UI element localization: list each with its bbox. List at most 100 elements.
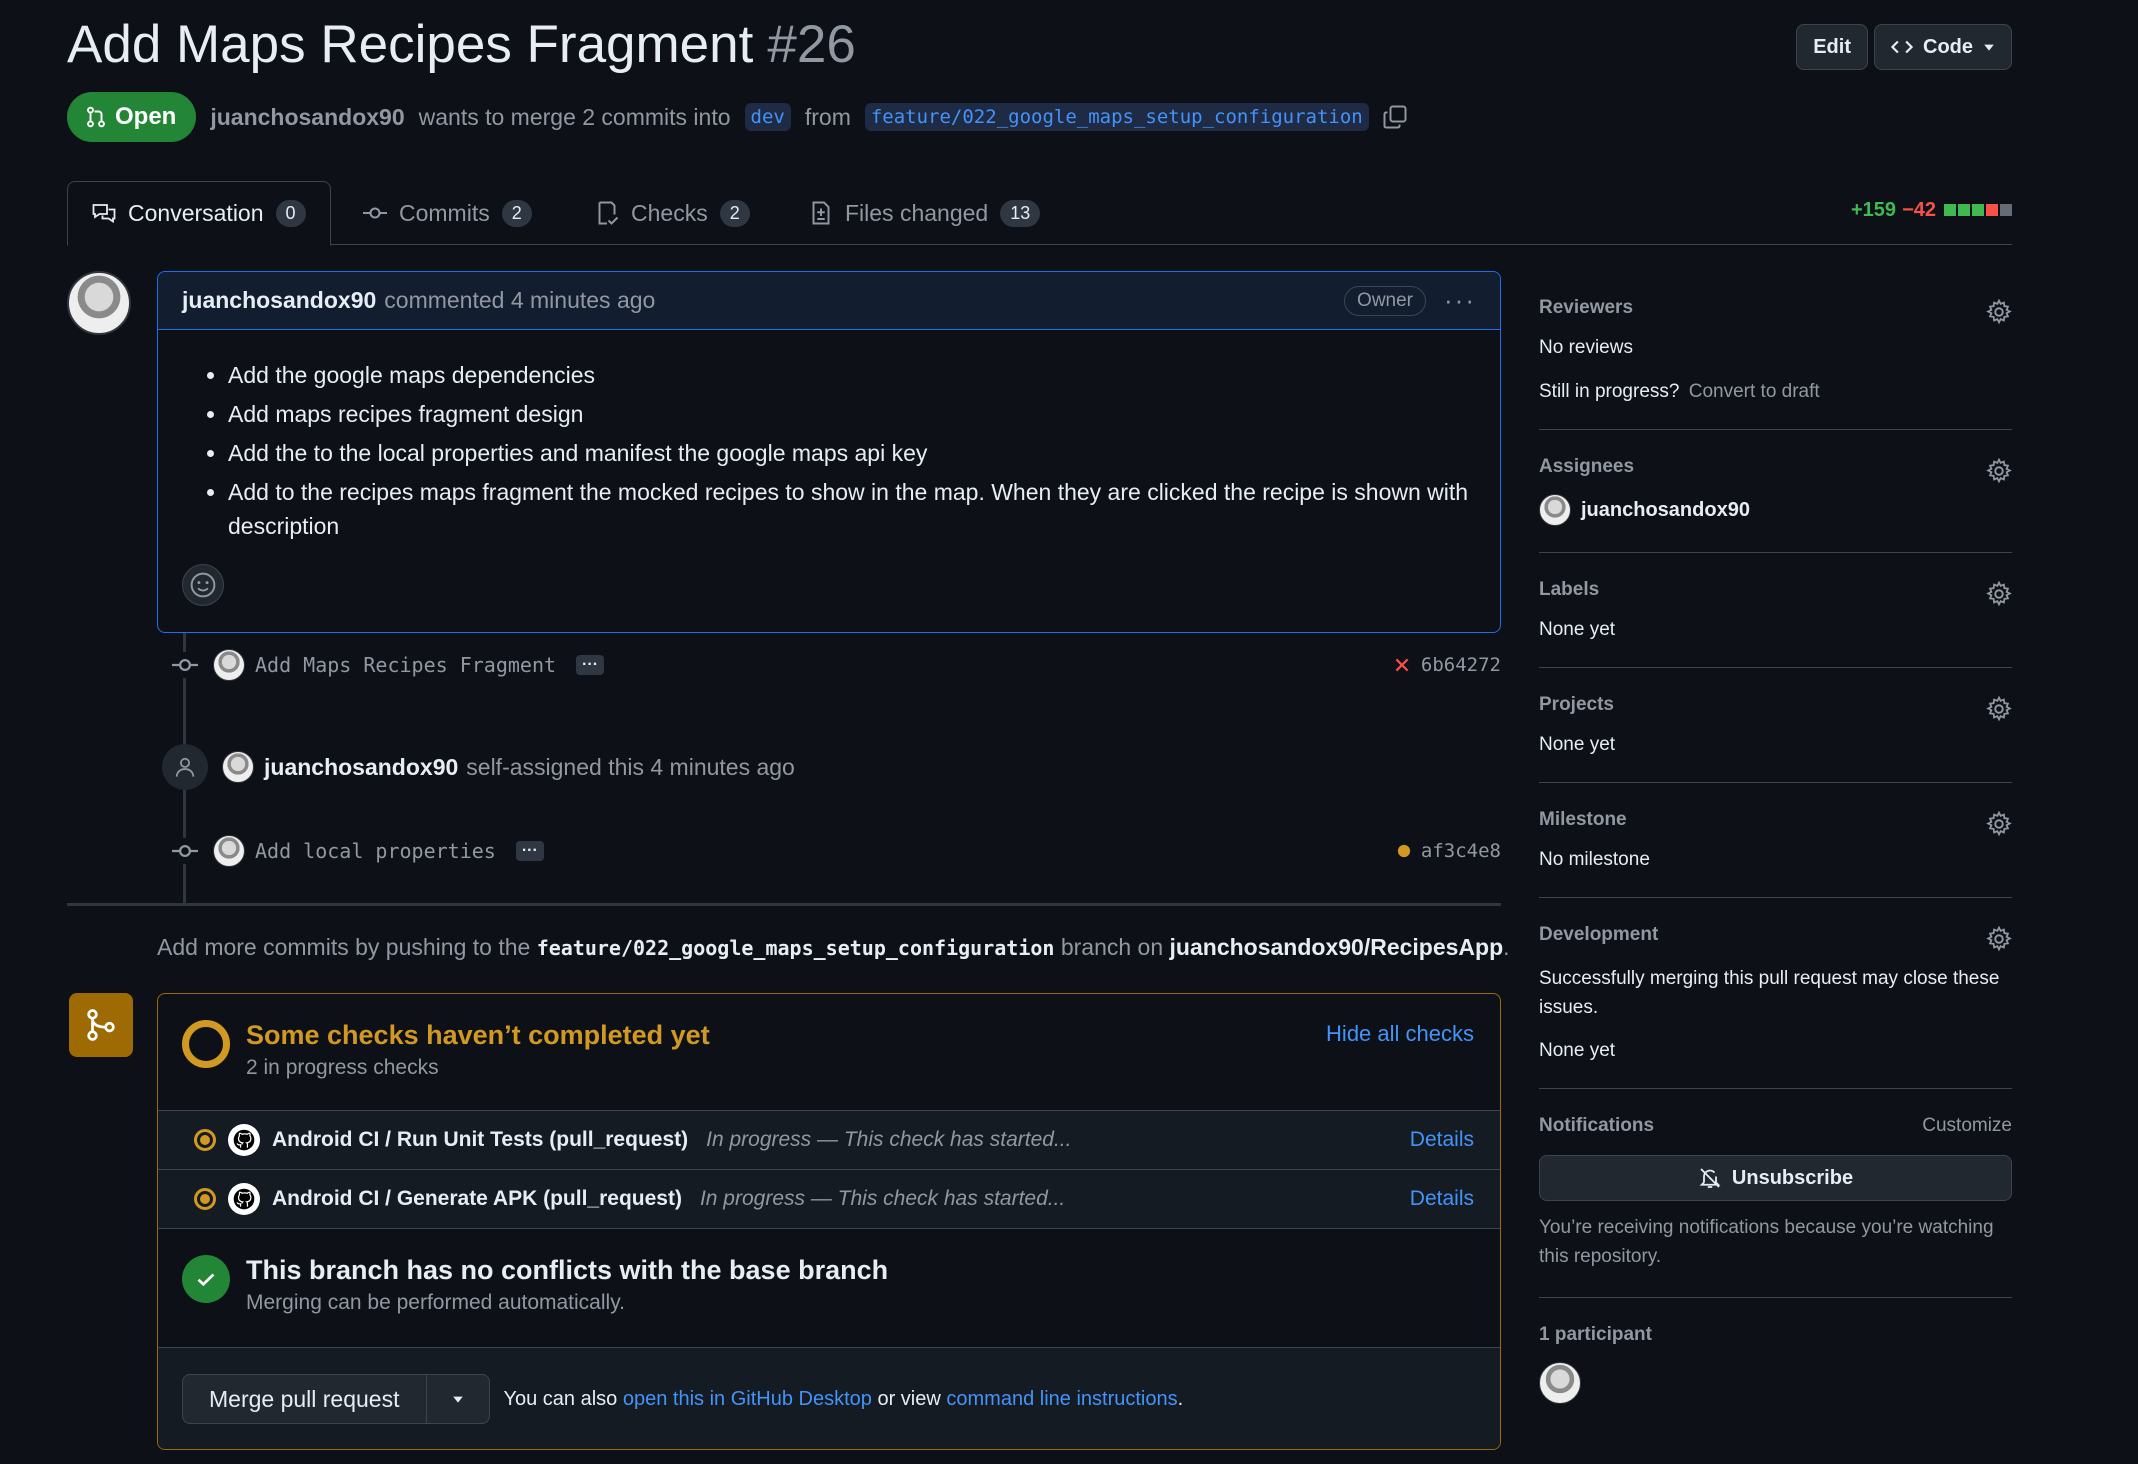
smiley-icon (190, 572, 216, 598)
gear-icon[interactable] (1986, 696, 2012, 722)
check-circle-icon (182, 1255, 230, 1303)
head-branch[interactable]: feature/022_google_maps_setup_configurat… (864, 103, 1369, 131)
sidebar-labels: Labels None yet (1539, 553, 2012, 668)
tab-label: Checks (631, 199, 708, 226)
conflicts-subtitle: Merging can be performed automatically. (246, 1291, 625, 1314)
tab-label: Commits (399, 199, 490, 226)
edit-button[interactable]: Edit (1796, 24, 1868, 70)
gear-icon[interactable] (1986, 299, 2012, 325)
diffstat-block (1944, 204, 1956, 216)
pr-author-link[interactable]: juanchosandox90 (210, 104, 404, 131)
check-status: In progress — This check has started... (699, 1187, 1066, 1210)
comment-author[interactable]: juanchosandox90 (182, 287, 376, 314)
sidebar-title[interactable]: Assignees (1539, 456, 2012, 478)
sidebar-title[interactable]: Development (1539, 924, 2012, 946)
commit-sha[interactable]: af3c4e8 (1397, 840, 1501, 862)
sidebar-title[interactable]: Projects (1539, 694, 2012, 716)
tab-count: 13 (1000, 199, 1041, 227)
pr-description-comment: juanchosandox90 commented 4 minutes ago … (157, 271, 1501, 633)
tab-commits[interactable]: Commits 2 (339, 181, 556, 245)
person-icon (162, 744, 208, 790)
kebab-menu-icon[interactable]: ··· (1444, 285, 1476, 316)
comment-meta[interactable]: commented 4 minutes ago (384, 287, 655, 314)
tab-checks[interactable]: Checks 2 (571, 181, 774, 245)
avatar[interactable] (213, 649, 245, 681)
merge-method-dropdown[interactable] (427, 1375, 489, 1423)
expand-commit-button[interactable]: ··· (515, 841, 544, 861)
push-note-middle: branch on (1060, 934, 1164, 960)
check-row: Android CI / Generate APK (pull_request)… (158, 1170, 1500, 1229)
commit-message[interactable]: Add Maps Recipes Fragment (255, 653, 556, 677)
unsubscribe-button[interactable]: Unsubscribe (1539, 1155, 2012, 1201)
sidebar-notifications: Notifications Customize Unsubscribe You’… (1539, 1089, 2012, 1298)
sidebar-title[interactable]: Reviewers (1539, 297, 2012, 319)
code-button[interactable]: Code (1874, 24, 2012, 70)
check-row: Android CI / Run Unit Tests (pull_reques… (158, 1111, 1500, 1170)
merge-text: wants to merge 2 commits into (418, 103, 731, 130)
push-note-suffix: . (1503, 934, 1510, 960)
tab-files-changed[interactable]: Files changed 13 (785, 181, 1064, 245)
tab-label: Files changed (845, 199, 989, 226)
diffstat-block (1958, 204, 1970, 216)
check-status: In progress — This check has started... (706, 1128, 1072, 1151)
tab-count: 0 (275, 200, 306, 227)
expand-commit-button[interactable]: ··· (576, 655, 605, 675)
tab-count: 2 (719, 199, 750, 227)
command-line-instructions-link[interactable]: command line instructions (946, 1388, 1177, 1410)
conflicts-title: This branch has no conflicts with the ba… (246, 1255, 889, 1285)
avatar[interactable] (213, 835, 245, 867)
merge-pull-request-button[interactable]: Merge pull request (183, 1375, 427, 1423)
gear-icon[interactable] (1986, 926, 2012, 952)
list-item: Add the to the local properties and mani… (228, 436, 1476, 470)
pr-subtitle: Open juanchosandox90 wants to merge 2 co… (67, 92, 1407, 142)
sidebar-value: None yet (1539, 734, 1616, 755)
diffstat-block (1986, 204, 1998, 216)
copy-icon[interactable] (1383, 105, 1407, 129)
event-text: self-assigned this 4 minutes ago (466, 753, 795, 780)
avatar[interactable] (222, 751, 254, 783)
notifications-reason: You’re receiving notifications because y… (1539, 1217, 1994, 1267)
push-note-branch: feature/022_google_maps_setup_configurat… (536, 936, 1055, 960)
edit-label: Edit (1813, 35, 1851, 58)
gear-icon[interactable] (1986, 581, 2012, 607)
gear-icon[interactable] (1986, 458, 2012, 484)
pr-number: #26 (767, 15, 856, 74)
gear-icon[interactable] (1986, 811, 2012, 837)
sidebar-title[interactable]: Milestone (1539, 809, 2012, 831)
assignee[interactable]: juanchosandox90 (1539, 494, 2012, 526)
participant-avatar[interactable] (1539, 1362, 1581, 1404)
in-progress-icon (194, 1188, 216, 1210)
sidebar-title: Notifications (1539, 1115, 1655, 1136)
event-actor[interactable]: juanchosandox90 (264, 754, 458, 781)
push-note: Add more commits by pushing to the featu… (157, 934, 1510, 961)
state-badge: Open (67, 92, 197, 142)
hide-all-checks-link[interactable]: Hide all checks (1326, 1021, 1474, 1047)
state-label: Open (115, 103, 177, 130)
commit-sha[interactable]: 6b64272 (1393, 654, 1501, 676)
author-avatar[interactable] (67, 271, 131, 335)
checks-subtitle: 2 in progress checks (246, 1056, 439, 1079)
diffstat-blocks (1942, 199, 2012, 222)
commit-message[interactable]: Add local properties (255, 839, 496, 863)
add-reaction-button[interactable] (182, 564, 224, 606)
timeline-event: juanchosandox90 self-assigned this 4 min… (157, 744, 1501, 790)
check-details-link[interactable]: Details (1410, 1128, 1474, 1152)
sha-text: 6b64272 (1420, 654, 1501, 676)
open-github-desktop-link[interactable]: open this in GitHub Desktop (623, 1388, 872, 1410)
customize-link[interactable]: Customize (1922, 1115, 2012, 1137)
avatar (1539, 494, 1571, 526)
base-branch[interactable]: dev (744, 103, 791, 131)
list-item: Add to the recipes maps fragment the moc… (228, 475, 1476, 543)
commit-icon (172, 838, 198, 864)
push-note-repo[interactable]: juanchosandox90/RecipesApp (1170, 934, 1504, 960)
timeline-commit: Add Maps Recipes Fragment ··· 6b64272 (157, 649, 1501, 681)
tab-conversation[interactable]: Conversation 0 (67, 181, 331, 246)
timeline-commit: Add local properties ··· af3c4e8 (157, 835, 1501, 867)
check-details-link[interactable]: Details (1410, 1187, 1474, 1211)
sidebar-title[interactable]: Labels (1539, 579, 2012, 601)
hint-suffix: . (1177, 1387, 1184, 1410)
convert-to-draft-link[interactable]: Convert to draft (1689, 381, 1820, 402)
sidebar-participants: 1 participant (1539, 1298, 2012, 1430)
development-text: Successfully merging this pull request m… (1539, 968, 2000, 1018)
header-actions: Edit Code (1796, 24, 2012, 70)
